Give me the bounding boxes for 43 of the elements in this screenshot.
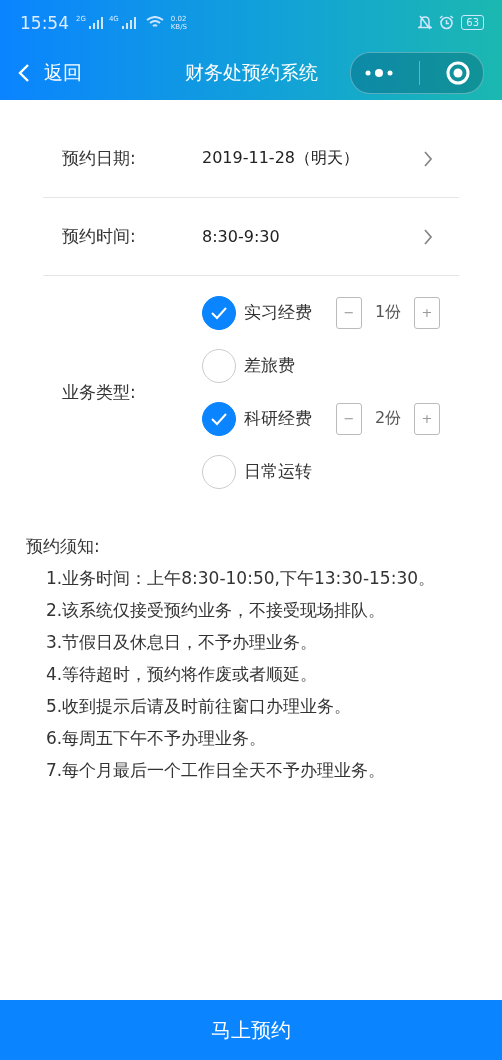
notice-item: 2.该系统仅接受预约业务，不接受现场排队。 xyxy=(45,599,387,622)
battery-icon: 63 xyxy=(461,15,484,30)
option-label: 实习经费 xyxy=(244,301,313,324)
quantity-value: 2份 xyxy=(373,408,403,429)
minus-button[interactable]: − xyxy=(336,402,362,435)
notice-title: 预约须知: xyxy=(26,535,101,558)
chevron-right-icon xyxy=(423,150,433,167)
signal-icon xyxy=(88,16,103,29)
notice-item: 1.业务时间：上午8:30-10:50,下午13:30-15:30。 xyxy=(45,567,437,590)
chevron-left-icon xyxy=(18,62,30,83)
notice-item: 5.收到提示后请及时前往窗口办理业务。 xyxy=(45,695,353,718)
check-icon xyxy=(210,305,228,320)
page-title: 财务处预约系统 xyxy=(183,59,319,85)
field-label: 业务类型: xyxy=(62,380,137,404)
date-value: 2019-11-28（明天） xyxy=(202,148,360,169)
more-icon[interactable] xyxy=(363,67,394,78)
option-label: 差旅费 xyxy=(244,354,296,377)
time-value: 8:30-9:30 xyxy=(202,227,281,246)
bell-icon xyxy=(418,15,433,30)
signal-icon xyxy=(121,16,136,29)
quantity-value: 1份 xyxy=(373,302,403,323)
submit-button[interactable]: 马上预约 xyxy=(0,1000,502,1060)
field-label: 预约时间: xyxy=(62,225,137,248)
alarm-clock-icon xyxy=(439,15,455,30)
status-time: 15:54 xyxy=(20,12,69,33)
check-icon xyxy=(210,411,228,426)
checkbox[interactable] xyxy=(202,295,236,330)
option-label: 科研经费 xyxy=(244,407,313,430)
option-label: 日常运转 xyxy=(244,460,313,483)
notice-item: 6.每周五下午不予办理业务。 xyxy=(45,727,268,750)
back-button[interactable]: 返回 xyxy=(18,59,82,86)
minus-button[interactable]: − xyxy=(336,296,362,329)
wifi-icon xyxy=(145,16,164,29)
notice-item: 7.每个月最后一个工作日全天不予办理业务。 xyxy=(45,759,387,782)
field-label: 预约日期: xyxy=(62,147,137,170)
time-row[interactable]: 预约时间: 8:30-9:30 xyxy=(43,198,459,276)
notice-item: 4.等待超时，预约将作废或者顺延。 xyxy=(45,663,319,686)
checkbox[interactable] xyxy=(202,401,236,436)
chevron-right-icon xyxy=(423,228,433,245)
date-row[interactable]: 预约日期: 2019-11-28（明天） xyxy=(43,120,459,198)
plus-button[interactable]: + xyxy=(414,402,440,435)
notice-item: 3.节假日及休息日，不予办理业务。 xyxy=(45,631,319,654)
plus-button[interactable]: + xyxy=(414,296,440,329)
